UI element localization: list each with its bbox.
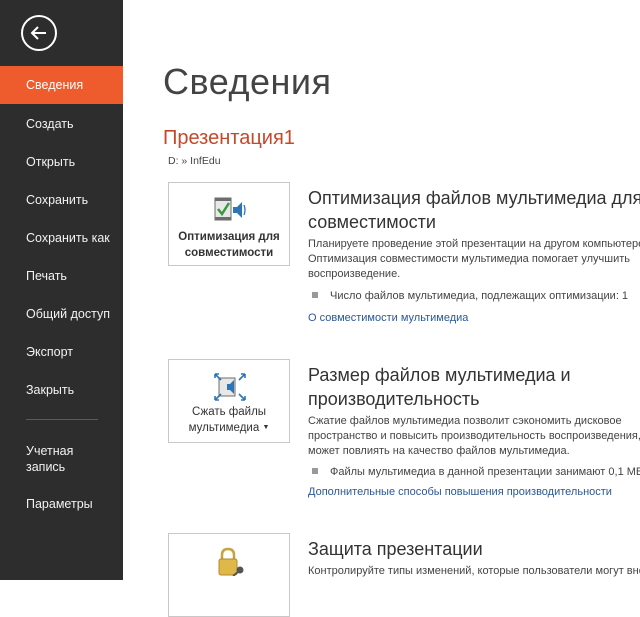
compress-label-text: мультимедиа [188,422,260,434]
optimize-desc-line3: воспроизведение. [308,268,401,280]
optimize-desc-line2: Оптимизация совместимости мультимедиа по… [308,253,630,265]
optimize-desc-line1: Планируете проведение этой презентации н… [308,238,640,250]
back-button[interactable] [21,15,57,51]
nav-new[interactable]: Создать [0,105,123,143]
nav-close[interactable]: Закрыть [0,371,123,409]
protect-presentation-button[interactable] [168,533,290,617]
media-compatibility-icon [214,197,246,221]
compress-desc-line1: Сжатие файлов мультимедиа позволит сэкон… [308,415,622,427]
protect-section-title: Защита презентации [308,539,483,559]
compress-section-title-line2: производительность [308,389,480,409]
optimize-section-title-line2: совместимости [308,212,436,232]
optimize-bullet: Число файлов мультимедиа, подлежащих опт… [312,289,628,303]
compress-desc-line2: пространство и повысить производительнос… [308,430,640,442]
document-name: Презентация1 [163,127,295,149]
bullet-square-icon [312,468,318,474]
page-title: Сведения [163,61,332,102]
nav-save[interactable]: Сохранить [0,181,123,219]
about-compatibility-link[interactable]: О совместимости мультимедиа [308,311,468,325]
nav-account-line2: запись [26,460,66,474]
compress-section-title-line1: Размер файлов мультимедиа и [308,365,571,385]
back-arrow-icon [30,26,46,40]
compress-desc-line3: может повлиять на качество файлов мульти… [308,445,570,457]
optimize-compatibility-button[interactable]: Оптимизация для совместимости [168,182,290,266]
bullet-square-icon [312,292,318,298]
nav-account-line1: Учетная [26,444,74,458]
optimize-label-line1: Оптимизация для [178,231,280,243]
lock-key-icon [218,547,244,576]
optimize-label-line2: совместимости [184,247,274,259]
nav-export[interactable]: Экспорт [0,333,123,371]
document-path[interactable]: D: » InfEdu [168,155,221,167]
protect-desc-line1: Контролируйте типы изменений, которые по… [308,565,640,577]
compress-media-button[interactable]: Сжать файлы мультимедиа ▼ [168,359,290,443]
compress-label-line2: мультимедиа ▼ [169,420,289,436]
optimize-bullet-text: Число файлов мультимедиа, подлежащих опт… [330,290,629,302]
compress-label-line1: Сжать файлы [191,406,267,418]
nav-options[interactable]: Параметры [0,485,123,523]
compress-media-icon [214,373,246,401]
optimize-section-title-line1: Оптимизация файлов мультимедиа для [308,188,640,208]
nav-print[interactable]: Печать [0,257,123,295]
nav-save-as[interactable]: Сохранить как [0,219,123,257]
nav-account[interactable]: Учетная запись [0,440,123,478]
nav-share[interactable]: Общий доступ [0,295,123,333]
nav-info[interactable]: Сведения [0,66,123,104]
sidebar-divider [26,419,98,420]
compress-bullet: Файлы мультимедиа в данной презентации з… [312,465,640,479]
dropdown-arrow-icon: ▼ [262,424,270,431]
nav-open[interactable]: Открыть [0,143,123,181]
performance-tips-link[interactable]: Дополнительные способы повышения произво… [308,485,612,499]
backstage-sidebar: Сведения Создать Открыть Сохранить Сохра… [0,0,123,580]
compress-bullet-text: Файлы мультимедиа в данной презентации з… [330,466,640,478]
